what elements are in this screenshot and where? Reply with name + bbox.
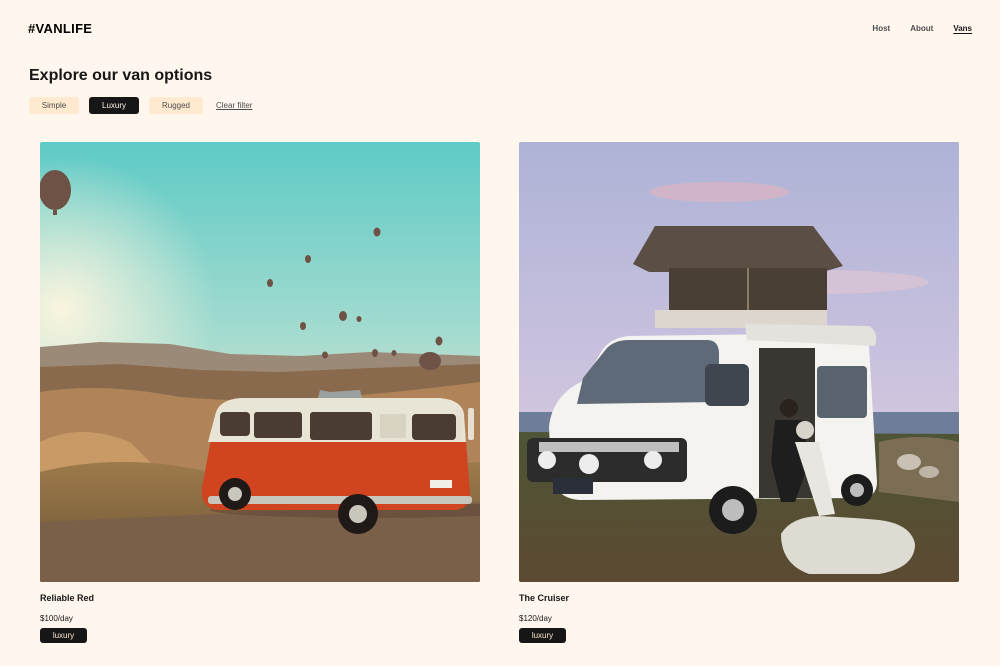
filter-bar: Simple Luxury Rugged Clear filter [29, 97, 252, 114]
main-nav: Host About Vans [872, 24, 972, 33]
filter-simple-button[interactable]: Simple [29, 97, 79, 114]
van-price: $100/day [40, 614, 73, 623]
nav-about-link[interactable]: About [910, 24, 933, 33]
page-title: Explore our van options [29, 67, 213, 84]
nav-host-link[interactable]: Host [872, 24, 890, 33]
site-header: #VANLIFE Host About Vans [0, 0, 1000, 58]
van-type-badge: luxury [40, 628, 87, 643]
van-name[interactable]: The Cruiser [519, 593, 959, 603]
van-card-the-cruiser[interactable]: The Cruiser $120/day luxury [519, 142, 959, 643]
site-logo[interactable]: #VANLIFE [28, 21, 92, 36]
van-type-badge: luxury [519, 628, 566, 643]
clear-filter-link[interactable]: Clear filter [216, 101, 252, 110]
van-card-reliable-red[interactable]: Reliable Red $100/day luxury [40, 142, 480, 643]
van-photo-reliable-red[interactable] [40, 142, 480, 582]
filter-luxury-button[interactable]: Luxury [89, 97, 139, 114]
van-price: $120/day [519, 614, 552, 623]
van-photo-the-cruiser[interactable] [519, 142, 959, 582]
van-name[interactable]: Reliable Red [40, 593, 480, 603]
nav-vans-link[interactable]: Vans [953, 24, 972, 33]
filter-rugged-button[interactable]: Rugged [149, 97, 203, 114]
